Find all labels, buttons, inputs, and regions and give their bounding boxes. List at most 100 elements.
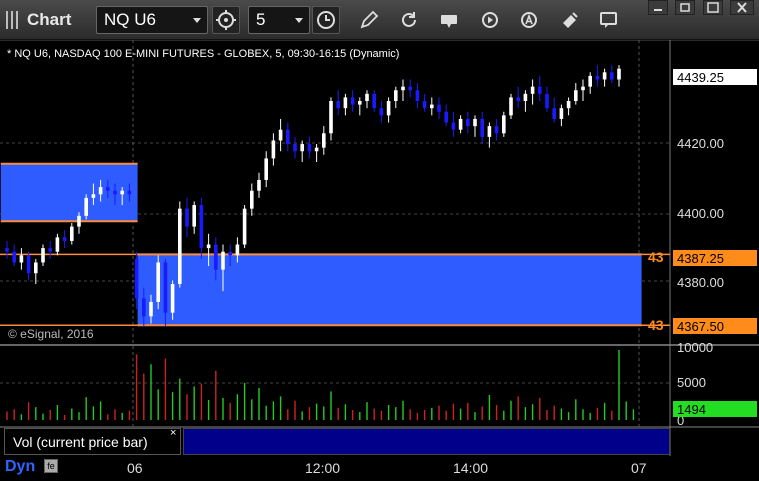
candle-body [372, 93, 376, 109]
axis-tick-label: 4400.00 [677, 206, 724, 221]
symbol-selector[interactable]: NQ U6 [96, 6, 208, 34]
price-zone [0, 163, 138, 222]
get-data-icon[interactable] [438, 9, 460, 31]
play-icon[interactable] [479, 9, 501, 31]
candle-body [552, 108, 556, 119]
cursor-tool-icon[interactable] [559, 9, 581, 31]
volume-tick-label: 5000 [677, 375, 706, 390]
candle-body [48, 248, 52, 252]
chevron-down-icon [193, 18, 201, 23]
candle-body [358, 101, 362, 105]
candle-body [545, 93, 549, 109]
candle-body [106, 187, 110, 191]
candle-body [34, 262, 38, 274]
candle-body [98, 187, 103, 195]
candle-body [595, 75, 600, 80]
candle-body [307, 144, 312, 152]
candle-body [437, 104, 441, 112]
level-low-label: 43 [648, 317, 664, 333]
symbol-link-button[interactable] [212, 6, 240, 34]
candle-body [264, 158, 268, 180]
candle-body [473, 118, 477, 127]
maximize-button[interactable] [703, 0, 723, 15]
candle-body [386, 101, 391, 116]
candle-body [242, 208, 247, 245]
candle-body [480, 118, 484, 137]
candle-body [610, 72, 614, 80]
alert-icon[interactable] [518, 9, 540, 31]
candle-body [487, 126, 492, 137]
volume-legend-panel [183, 428, 670, 455]
candle-body [617, 68, 621, 80]
candle-body [278, 129, 283, 141]
candle-body [228, 251, 232, 256]
restore-button[interactable] [675, 0, 695, 15]
minimize-button[interactable] [648, 0, 668, 15]
comment-icon[interactable] [598, 9, 620, 31]
symbol-link-icon [216, 10, 236, 30]
price-chart[interactable] [0, 40, 759, 456]
current-price-tag: 4439.25 [673, 69, 757, 85]
interval-clock-button[interactable] [312, 6, 340, 34]
candle-body [430, 104, 434, 109]
volume-legend[interactable]: Vol (current price bar) [4, 428, 181, 455]
candle-body [559, 108, 564, 119]
candle-body [91, 194, 96, 198]
time-tick-label: 14:00 [453, 460, 489, 476]
chart-title: * NQ U6, NASDAQ 100 E-MINI FUTURES - GLO… [7, 48, 400, 60]
candle-body [19, 255, 24, 263]
close-button[interactable] [730, 0, 754, 15]
candle-body [26, 255, 31, 274]
window-grip-icon[interactable] [6, 11, 22, 29]
candle-body [134, 258, 139, 299]
interval-selector[interactable]: 5 [248, 6, 310, 34]
candle-body [235, 244, 240, 256]
window-title: Chart [27, 10, 72, 29]
candle-body [214, 244, 218, 270]
candle-body [41, 248, 45, 263]
candle-body [163, 262, 168, 313]
time-tick-label: 06 [127, 460, 143, 476]
candle-body [257, 179, 261, 191]
chevron-down-icon [295, 18, 303, 23]
candle-body [365, 93, 369, 101]
candle-body [77, 215, 81, 227]
candle-body [394, 90, 398, 101]
settings-icon[interactable]: fe [44, 459, 58, 473]
candle-body [293, 144, 297, 152]
candle-body [170, 284, 175, 313]
candle-body [70, 226, 74, 241]
candle-body [408, 86, 412, 91]
price-zone [137, 254, 642, 326]
candle-body [199, 205, 204, 249]
candle-body [322, 133, 326, 148]
candle-body [250, 190, 254, 209]
candle-body [142, 298, 146, 317]
candle-body [422, 101, 427, 109]
interval-clock-icon [317, 11, 335, 29]
refresh-icon[interactable] [398, 9, 420, 31]
close-icon[interactable]: × [170, 427, 176, 439]
dynamic-label[interactable]: Dyn [5, 458, 35, 476]
time-tick-label: 12:00 [305, 460, 341, 476]
candle-body [62, 237, 67, 241]
candle-body [458, 118, 463, 130]
candle-body [444, 111, 448, 123]
candle-body [149, 301, 153, 317]
draw-pencil-icon[interactable] [358, 9, 380, 31]
copyright-text: © eSignal, 2016 [8, 327, 94, 341]
candle-body [185, 208, 189, 227]
candle-body [566, 101, 571, 109]
candle-body [401, 86, 405, 91]
candle-body [113, 190, 117, 195]
candle-body [127, 190, 132, 195]
current-volume-tag: 1494 [673, 401, 757, 417]
level-high-label: 43 [648, 249, 664, 265]
candle-body [538, 86, 542, 94]
restore-icon [680, 3, 690, 12]
candle-body [466, 118, 470, 127]
candle-body [314, 147, 319, 152]
candle-body [55, 237, 60, 252]
candle-body [178, 208, 182, 284]
candle-body [286, 129, 290, 145]
